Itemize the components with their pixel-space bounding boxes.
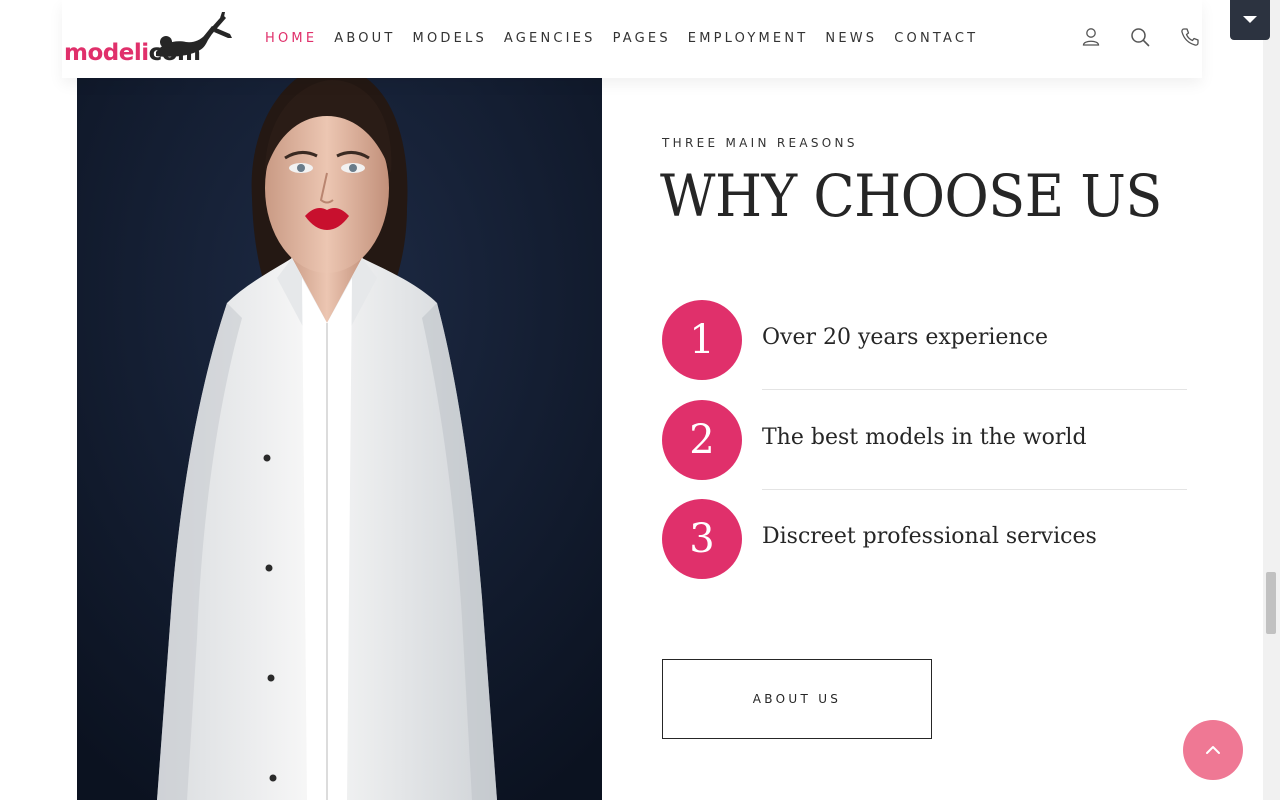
about-us-button[interactable]: ABOUT US [662, 659, 932, 739]
nav-item-news[interactable]: NEWS [825, 31, 877, 46]
reason-text: Over 20 years experience [762, 325, 1048, 350]
site-logo[interactable]: modelicom [64, 12, 234, 68]
divider [762, 389, 1187, 390]
reason-item: 1 Over 20 years experience [662, 300, 1188, 380]
nav-item-models[interactable]: MODELS [413, 31, 487, 46]
nav-item-contact[interactable]: CONTACT [894, 31, 978, 46]
reason-number-badge: 1 [662, 300, 742, 380]
scrollbar-thumb[interactable] [1266, 572, 1276, 634]
model-photo [77, 78, 602, 800]
scrollbar-track[interactable] [1263, 0, 1280, 800]
reason-text: Discreet professional services [762, 524, 1097, 549]
user-icon[interactable] [1080, 26, 1102, 48]
reason-number-badge: 2 [662, 400, 742, 480]
section-eyebrow: THREE MAIN REASONS [662, 136, 858, 150]
panel-toggle-button[interactable] [1230, 0, 1270, 40]
search-icon[interactable] [1129, 26, 1151, 48]
section-title: WHY CHOOSE US [660, 162, 1162, 230]
site-header: modelicom HOME ABOUT MODELS AGENCIES PAG… [62, 0, 1202, 78]
nav-item-employment[interactable]: EMPLOYMENT [688, 31, 809, 46]
nav-item-pages[interactable]: PAGES [613, 31, 671, 46]
back-to-top-button[interactable] [1183, 720, 1243, 780]
nav-item-agencies[interactable]: AGENCIES [504, 31, 596, 46]
reason-item: 3 Discreet professional services [662, 499, 1188, 579]
logo-wordmark: modelicom [64, 40, 201, 66]
main-nav: HOME ABOUT MODELS AGENCIES PAGES EMPLOYM… [265, 31, 995, 46]
model-illustration [77, 78, 602, 800]
reason-item: 2 The best models in the world [662, 400, 1188, 480]
nav-item-home[interactable]: HOME [265, 31, 317, 46]
reason-text: The best models in the world [762, 425, 1087, 450]
caret-down-icon [1243, 16, 1257, 23]
reason-number-badge: 3 [662, 499, 742, 579]
divider [762, 489, 1187, 490]
nav-item-about[interactable]: ABOUT [334, 31, 395, 46]
phone-icon[interactable] [1179, 26, 1201, 48]
chevron-up-icon [1206, 746, 1220, 754]
